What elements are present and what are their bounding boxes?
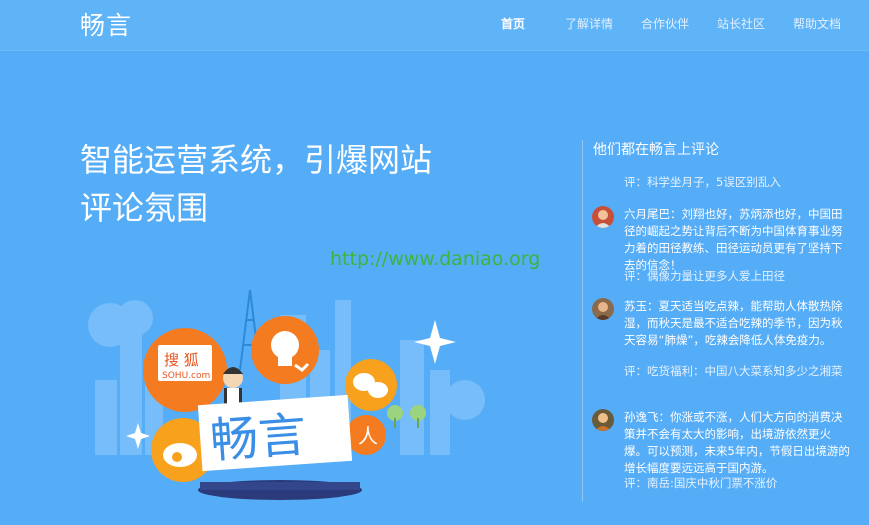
sohu-url-text: SOHU.com [162, 371, 210, 381]
hero-line-1: 智能运营系统，引爆网站 [80, 141, 433, 179]
comment-ref[interactable]: 评：科学坐月子，5误区别乱入 [624, 174, 850, 191]
comment-text: 孙逸飞：你涨或不涨，人们大方向的消费决策并不会有太大的影响，出境游依然更火爆。可… [624, 410, 850, 475]
avatar [592, 206, 614, 228]
site-logo[interactable]: 畅言 [80, 6, 132, 42]
sign-text: 畅言 [208, 407, 308, 470]
renren-bubble: 人 [346, 415, 386, 455]
nav-item-help[interactable]: 帮助文档 [793, 15, 841, 32]
nav-item-details[interactable]: 了解详情 [565, 15, 613, 32]
sohu-text: 搜 狐 [164, 351, 199, 369]
top-nav: 畅言 首页 了解详情 合作伙伴 站长社区 帮助文档 [0, 0, 869, 51]
hero-headline: 智能运营系统，引爆网站 评论氛围 [80, 136, 520, 232]
illustration-svg: 搜 狐 SOHU.com 人 畅言 [88, 289, 485, 500]
comment-ref[interactable]: 评：南岳:国庆中秋门票不涨价 [624, 475, 850, 492]
comment-ref[interactable]: 评：偶像力量让更多人爱上田径 [624, 268, 850, 285]
watermark-url: http://www.daniao.org [330, 248, 541, 270]
comments-title: 他们都在畅言上评论 [593, 142, 719, 158]
comment-text: 六月尾巴：刘翔也好，苏炳添也好，中国田径的崛起之势让背后不断为中国体育事业努力着… [624, 207, 843, 272]
hero-illustration: 搜 狐 SOHU.com 人 畅言 [80, 289, 500, 521]
nav-item-home[interactable]: 首页 [501, 15, 525, 32]
changyan-sign: 畅言 [197, 394, 353, 472]
hero-line-2: 评论氛围 [80, 189, 209, 227]
idea-bubble [251, 316, 319, 384]
panel-divider [582, 140, 583, 502]
nav-item-partners[interactable]: 合作伙伴 [641, 15, 689, 32]
comment-ref[interactable]: 评：吃货福利：中国八大菜系知多少之湘菜 [624, 363, 850, 380]
avatar [592, 298, 614, 320]
wechat-bubble [345, 359, 397, 411]
comment-text: 苏玉：夏天适当吃点辣，能帮助人体散热除湿，而秋天是最不适合吃辣的季节，因为秋天容… [624, 299, 843, 347]
sohu-bubble: 搜 狐 SOHU.com [143, 328, 227, 412]
avatar [592, 409, 614, 431]
nav-item-community[interactable]: 站长社区 [717, 15, 765, 32]
renren-text: 人 [358, 424, 378, 448]
